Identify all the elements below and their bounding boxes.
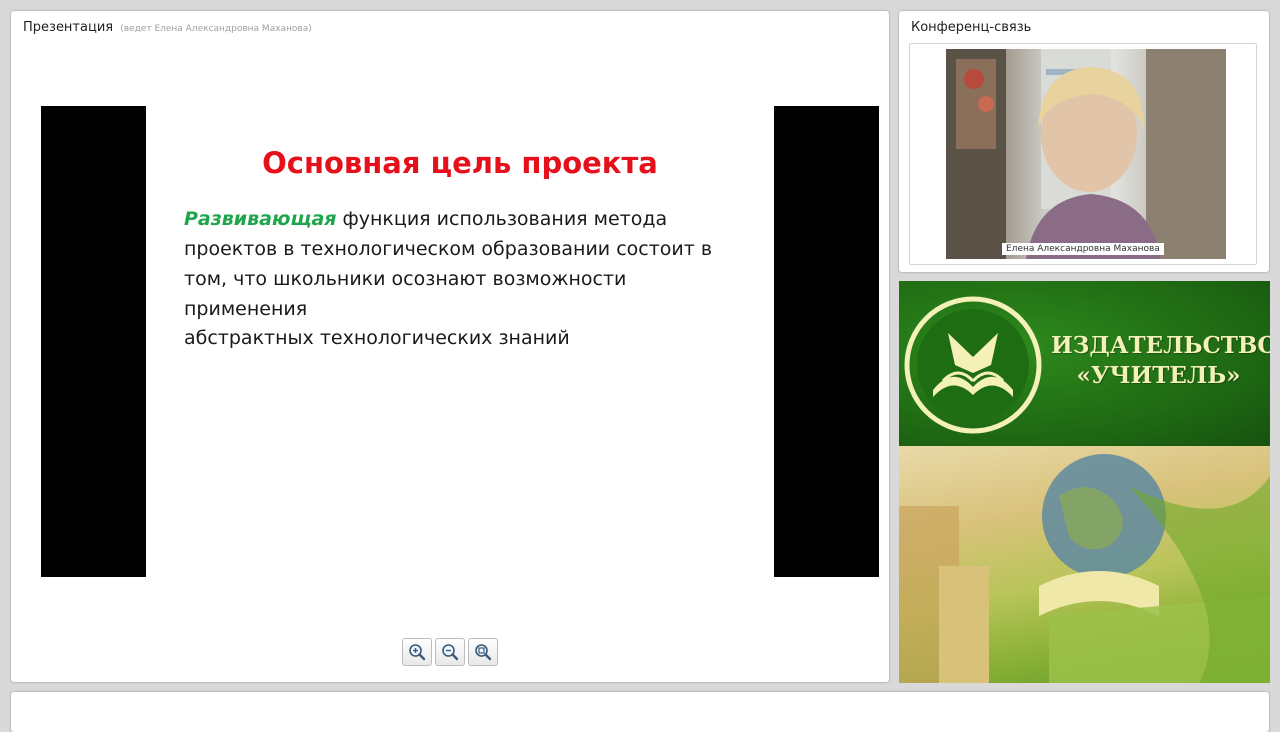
slide-viewport: Основная цель проекта Развивающая функци…: [41, 106, 879, 577]
zoom-out-button[interactable]: [435, 638, 465, 666]
publisher-name-line1: ИЗДАТЕЛЬСТВО: [1051, 332, 1270, 359]
publisher-name: ИЗДАТЕЛЬСТВО «УЧИТЕЛЬ»: [1051, 331, 1270, 391]
zoom-controls: [402, 638, 498, 666]
publisher-name-line2: «УЧИТЕЛЬ»: [1076, 362, 1241, 389]
bottom-panel: [11, 692, 1269, 732]
slide: Основная цель проекта Развивающая функци…: [146, 106, 774, 577]
zoom-fit-button[interactable]: [468, 638, 498, 666]
books-globe-image: [899, 454, 1270, 683]
slide-body-line2: абстрактных технологических знаний: [184, 327, 570, 349]
speaker-name-label: Елена Александровна Маханова: [1002, 243, 1164, 255]
zoom-in-icon: [409, 644, 426, 661]
slide-body: Развивающая функция использования метода…: [184, 204, 744, 324]
banner-books-photo: [899, 446, 1270, 683]
zoom-out-icon: [442, 644, 459, 661]
banner-header: ИЗДАТЕЛЬСТВО «УЧИТЕЛЬ»: [899, 281, 1270, 446]
slide-title: Основная цель проекта: [262, 146, 658, 180]
presentation-panel-title: Презентация (ведет Елена Александровна М…: [23, 20, 312, 35]
zoom-fit-icon: [475, 644, 492, 661]
speaker-video-image: [946, 49, 1226, 259]
presentation-title: Презентация: [23, 20, 114, 35]
publisher-logo-icon: [904, 296, 1042, 434]
publisher-banner: ИЗДАТЕЛЬСТВО «УЧИТЕЛЬ»: [899, 281, 1270, 683]
presentation-panel: Презентация (ведет Елена Александровна М…: [11, 11, 889, 682]
presenter-note: (ведет Елена Александровна Маханова): [120, 24, 312, 34]
conference-title: Конференц-связь: [911, 20, 1032, 35]
slide-accent-word: Развивающая: [184, 208, 337, 230]
conference-panel: Конференц-связь Елена Александровна Маха…: [899, 11, 1269, 272]
speaker-video[interactable]: Елена Александровна Маханова: [946, 49, 1226, 259]
zoom-in-button[interactable]: [402, 638, 432, 666]
